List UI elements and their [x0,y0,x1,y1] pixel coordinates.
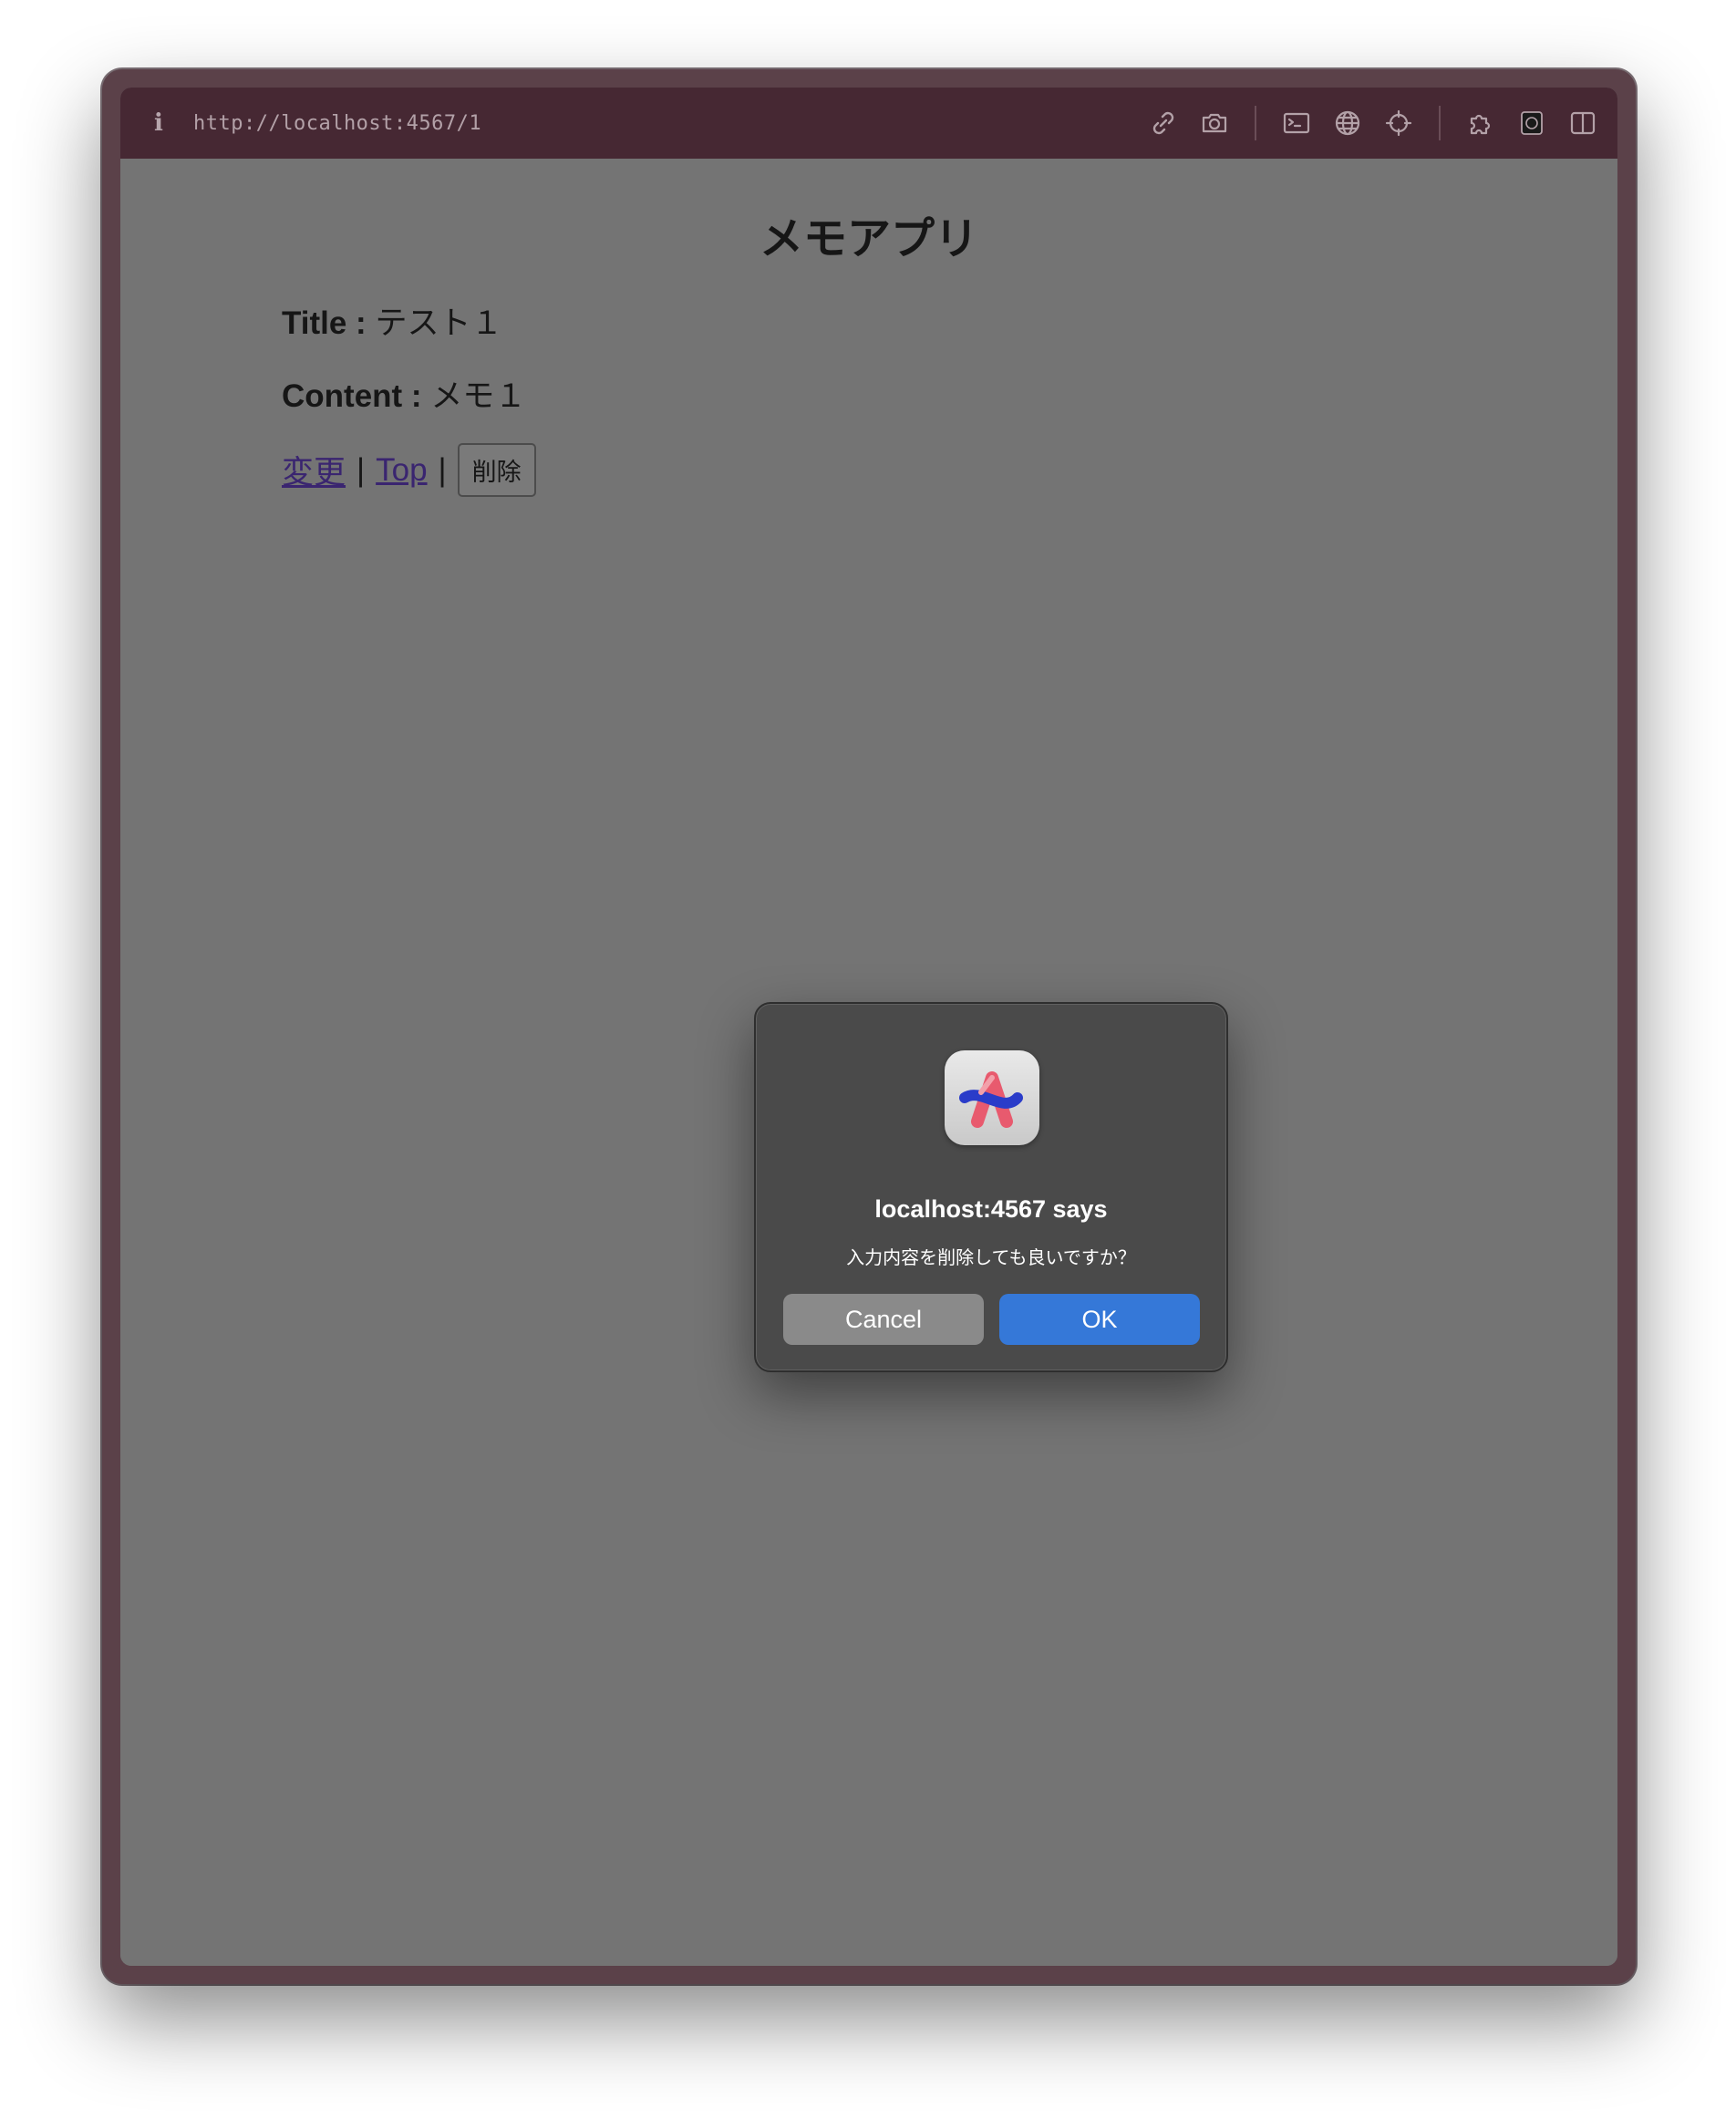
browser-viewport: i http://localhost:4567/1 メモアプリ Title: … [120,88,1617,1966]
content-label: Content : [282,378,422,414]
edit-link[interactable]: 変更 [282,447,346,493]
toolbar-icons [1129,88,1599,159]
site-info-icon[interactable]: i [148,109,170,137]
capture-icon[interactable] [1515,107,1548,140]
extension-icon[interactable] [1464,107,1497,140]
ok-button[interactable]: OK [999,1294,1200,1345]
page-title: メモアプリ [759,215,978,264]
url-text[interactable]: http://localhost:4567/1 [193,112,481,135]
delete-button[interactable]: 削除 [457,443,536,497]
content-value: メモ１ [430,378,527,414]
separator: | [438,451,447,488]
arc-browser-icon [945,1050,1039,1145]
browser-window: i http://localhost:4567/1 メモアプリ Title: … [102,69,1636,1984]
link-icon[interactable] [1147,107,1180,140]
title-value: テスト１ [375,305,503,341]
memo-title-row: Title : テスト１ [282,297,502,344]
sidebar-icon[interactable] [1566,107,1599,140]
address-bar: i http://localhost:4567/1 [120,88,1617,159]
memo-content-row: Content : メモ１ [282,370,526,417]
crosshair-icon[interactable] [1382,107,1415,140]
toolbar-divider [1255,106,1256,140]
terminal-icon[interactable] [1280,107,1313,140]
camera-icon[interactable] [1198,107,1231,140]
title-label: Title : [282,305,367,341]
confirm-dialog: localhost:4567 says 入力内容を削除しても良いですか？ Can… [754,1002,1228,1372]
top-link[interactable]: Top [376,452,427,489]
memo-actions: 変更 | Top | 削除 [282,443,536,497]
separator: | [356,451,366,488]
dialog-message: 入力内容を削除しても良いですか？ [846,1248,1136,1268]
globe-icon[interactable] [1331,107,1364,140]
cancel-button[interactable]: Cancel [783,1294,984,1345]
page-content: メモアプリ Title : テスト１ Content : メモ１ 変更 | To… [120,159,1617,1966]
dialog-title: localhost:4567 says [874,1195,1108,1223]
toolbar-divider [1439,106,1441,140]
